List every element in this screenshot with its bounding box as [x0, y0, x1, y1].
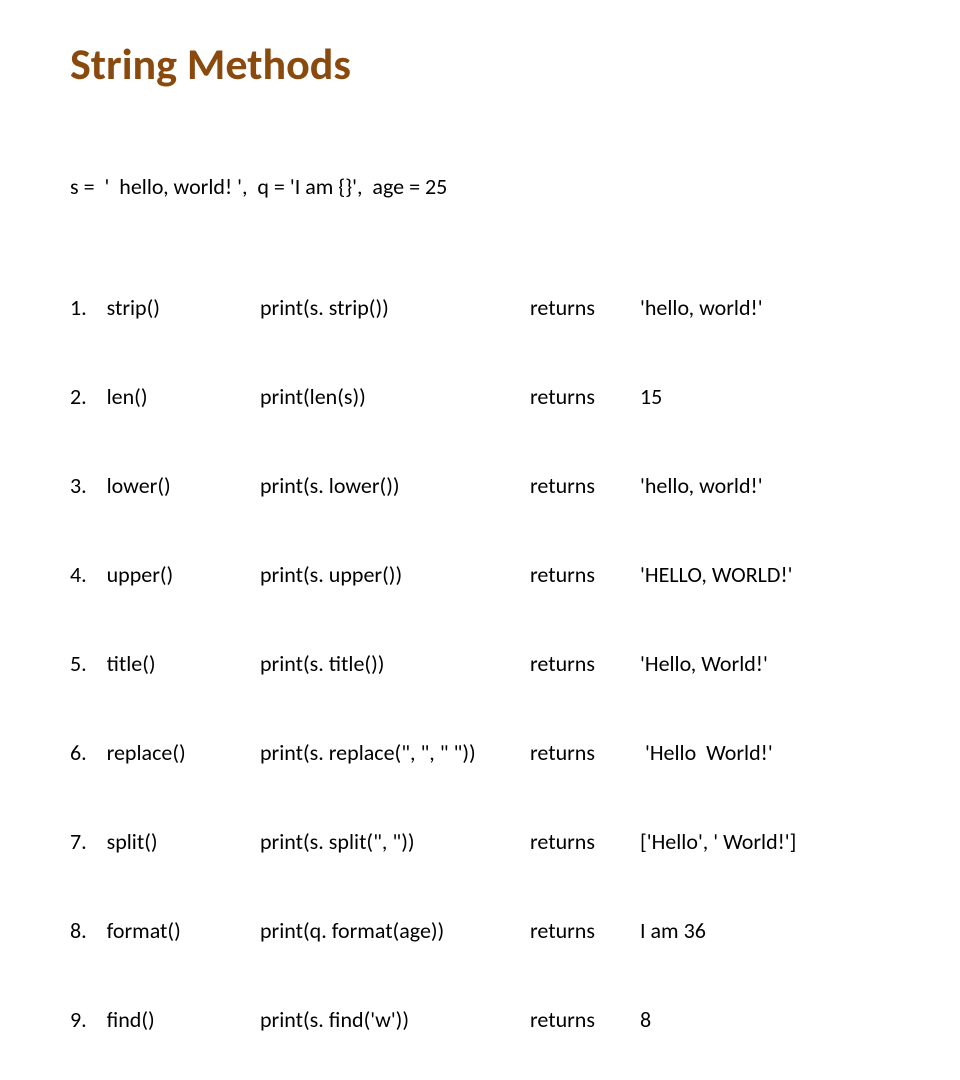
method-name: 8. format(): [70, 916, 260, 946]
method-row: 5. title() print(s. title()) returns 'He…: [70, 649, 900, 679]
method-result: 15: [640, 382, 900, 412]
method-call: print(s. strip()): [260, 293, 530, 323]
method-row: 8. format() print(q. format(age)) return…: [70, 916, 900, 946]
method-result: 'Hello, World!': [640, 649, 900, 679]
method-row: 3. lower() print(s. lower()) returns 'he…: [70, 471, 900, 501]
returns-label: returns: [530, 738, 640, 768]
method-name: 5. title(): [70, 649, 260, 679]
returns-label: returns: [530, 827, 640, 857]
method-call: print(s. find('w')): [260, 1005, 530, 1035]
returns-label: returns: [530, 1005, 640, 1035]
method-row: 4. upper() print(s. upper()) returns 'HE…: [70, 560, 900, 590]
returns-label: returns: [530, 916, 640, 946]
returns-label: returns: [530, 649, 640, 679]
method-call: print(s. title()): [260, 649, 530, 679]
method-call: print(s. split(", ")): [260, 827, 530, 857]
method-row: 9. find() print(s. find('w')) returns 8: [70, 1005, 900, 1035]
returns-label: returns: [530, 560, 640, 590]
method-call: print(len(s)): [260, 382, 530, 412]
method-result: 'Hello World!': [640, 738, 900, 768]
method-result: ['Hello', ' World!']: [640, 827, 900, 857]
slide: String Methods s = ' hello, world! ', q …: [0, 0, 960, 540]
method-row: 7. split() print(s. split(", ")) returns…: [70, 827, 900, 857]
method-call: print(q. format(age)): [260, 916, 530, 946]
intro-line: s = ' hello, world! ', q = 'I am {}', ag…: [70, 172, 900, 202]
method-name: 9. find(): [70, 1005, 260, 1035]
method-result: 8: [640, 1005, 900, 1035]
content-block: s = ' hello, world! ', q = 'I am {}', ag…: [70, 112, 900, 1080]
returns-label: returns: [530, 293, 640, 323]
returns-label: returns: [530, 471, 640, 501]
returns-label: returns: [530, 382, 640, 412]
method-call: print(s. lower()): [260, 471, 530, 501]
method-name: 4. upper(): [70, 560, 260, 590]
method-name: 6. replace(): [70, 738, 260, 768]
method-name: 2. len(): [70, 382, 260, 412]
method-result: 'hello, world!': [640, 293, 900, 323]
method-row: 6. replace() print(s. replace(", ", " ")…: [70, 738, 900, 768]
method-result: I am 36: [640, 916, 900, 946]
method-call: print(s. upper()): [260, 560, 530, 590]
method-name: 1. strip(): [70, 293, 260, 323]
method-name: 3. lower(): [70, 471, 260, 501]
method-name: 7. split(): [70, 827, 260, 857]
method-result: 'HELLO, WORLD!': [640, 560, 900, 590]
page-title: String Methods: [70, 40, 900, 88]
method-call: print(s. replace(", ", " ")): [260, 738, 530, 768]
method-row: 1. strip() print(s. strip()) returns 'he…: [70, 293, 900, 323]
method-row: 2. len() print(len(s)) returns 15: [70, 382, 900, 412]
method-result: 'hello, world!': [640, 471, 900, 501]
